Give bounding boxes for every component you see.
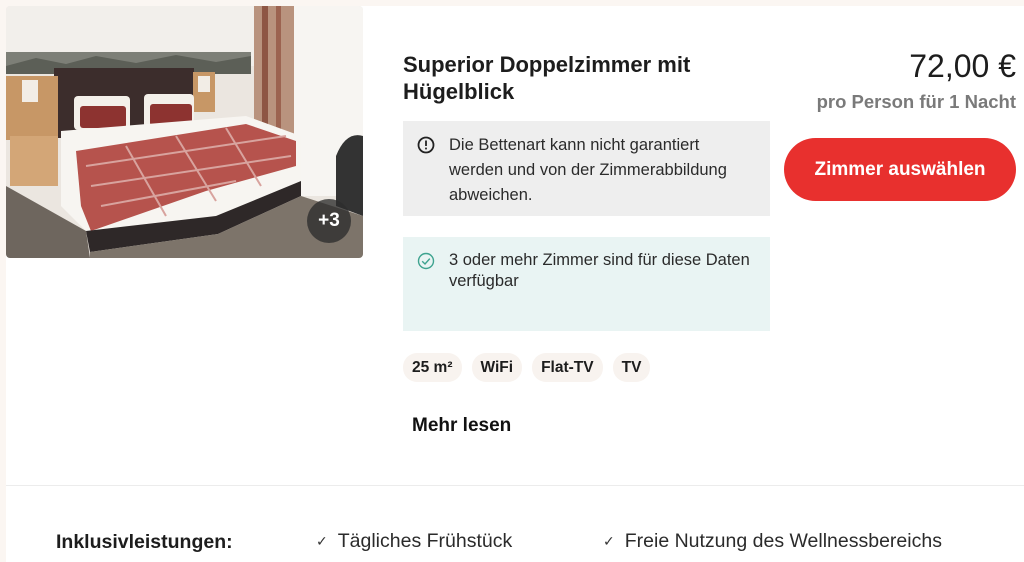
divider <box>6 485 1024 486</box>
price-basis: pro Person für 1 Nacht <box>816 91 1016 112</box>
read-more-link[interactable]: Mehr lesen <box>412 415 511 437</box>
amenity-chip: 25 m² <box>403 353 462 382</box>
more-photos-badge[interactable]: +3 <box>307 199 351 243</box>
amenity-chip: WiFi <box>471 353 523 382</box>
room-price: 72,00 € <box>909 48 1016 84</box>
inclusions-label: Inklusivleistungen: <box>56 531 233 553</box>
inclusion-item: ✓ Tägliches Frühstück <box>316 530 512 553</box>
select-room-button[interactable]: Zimmer auswählen <box>784 138 1016 201</box>
info-icon <box>417 136 435 162</box>
checkmark-icon: ✓ <box>603 533 615 549</box>
bed-type-notice: Die Bettenart kann nicht garantiert werd… <box>403 121 770 216</box>
check-circle-icon <box>417 252 435 276</box>
availability-text: 3 oder mehr Zimmer sind für diese Daten … <box>449 251 750 290</box>
room-photo[interactable]: +3 <box>6 6 363 258</box>
checkmark-icon: ✓ <box>316 533 328 549</box>
room-card: +3 Superior Doppelzimmer mit Hügelblick … <box>6 6 1024 562</box>
amenity-chip: Flat-TV <box>532 353 603 382</box>
availability-notice: 3 oder mehr Zimmer sind für diese Daten … <box>403 237 770 331</box>
inclusion-item: ✓ Freie Nutzung des Wellnessbereichs <box>603 530 942 553</box>
bed-type-notice-text: Die Bettenart kann nicht garantiert werd… <box>449 136 727 204</box>
amenity-list: 25 m² WiFi Flat-TV TV <box>403 353 651 382</box>
amenity-chip: TV <box>612 353 651 382</box>
inclusion-item-label: Tägliches Frühstück <box>337 530 513 552</box>
inclusion-item-label: Freie Nutzung des Wellnessbereichs <box>624 530 942 552</box>
room-title: Superior Doppelzimmer mit Hügelblick <box>403 52 691 104</box>
